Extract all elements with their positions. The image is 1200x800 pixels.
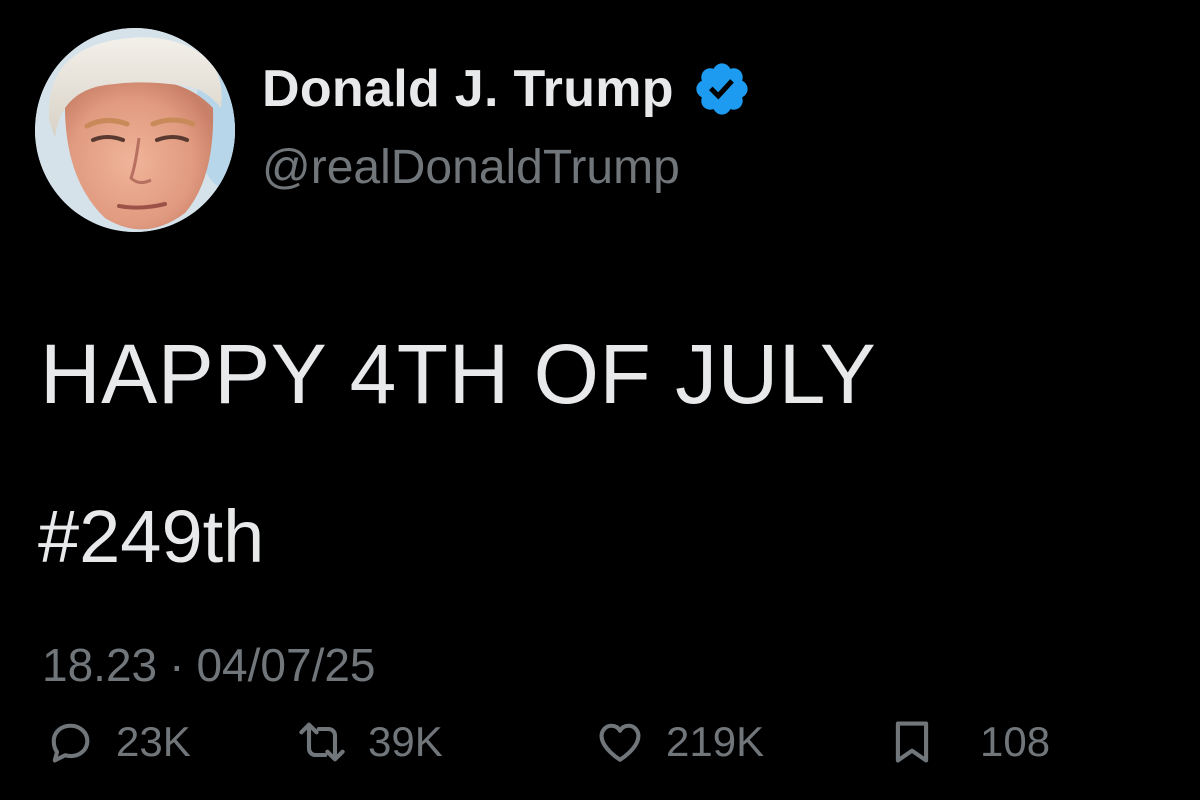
repost-button[interactable]: 39K — [296, 712, 443, 772]
post-time: 18.23 — [42, 639, 158, 691]
meta-separator: · — [169, 639, 185, 691]
heart-icon — [594, 716, 646, 768]
avatar-photo — [35, 28, 235, 232]
repost-icon — [296, 716, 348, 768]
verified-badge-icon[interactable] — [692, 59, 752, 119]
repost-count: 39K — [368, 718, 443, 765]
avatar[interactable] — [35, 28, 235, 232]
comment-icon — [44, 716, 96, 768]
post-hashtag[interactable]: #249th — [38, 494, 264, 579]
bookmark-count: 108 — [980, 718, 1051, 765]
post-timestamp[interactable]: 18.23 · 04/07/25 — [42, 638, 376, 692]
action-bar: 23K 39K 219K 108 — [40, 712, 1140, 772]
like-button[interactable]: 219K — [594, 712, 764, 772]
author-handle[interactable]: @realDonaldTrump — [262, 140, 680, 195]
author-name-row: Donald J. Trump — [262, 56, 752, 122]
post-text: HAPPY 4TH OF JULY — [40, 327, 877, 421]
post-date: 04/07/25 — [196, 639, 376, 691]
author-display-name[interactable]: Donald J. Trump — [262, 59, 674, 119]
bookmark-button[interactable]: 108 — [886, 712, 1050, 772]
like-count: 219K — [666, 718, 765, 765]
reply-button[interactable]: 23K — [44, 712, 191, 772]
reply-count: 23K — [116, 718, 191, 765]
bookmark-icon — [886, 716, 938, 768]
